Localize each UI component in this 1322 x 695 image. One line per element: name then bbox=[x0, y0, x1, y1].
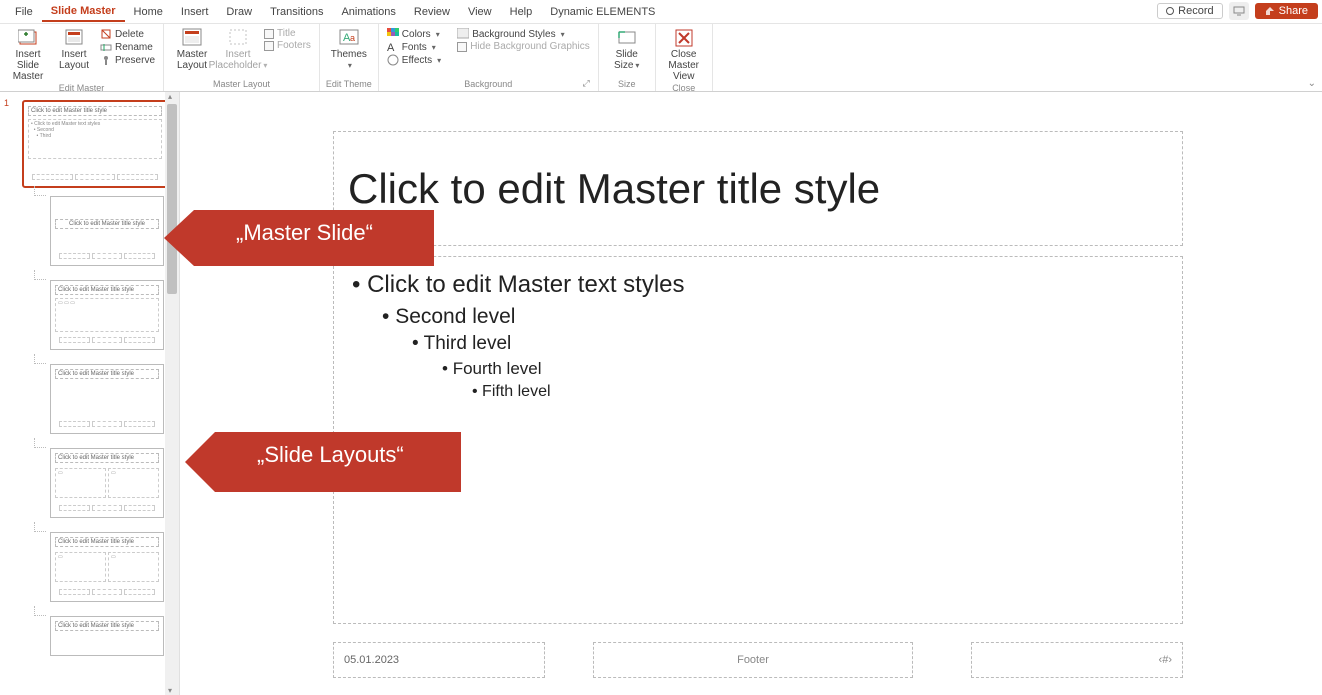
insert-layout-icon bbox=[64, 28, 84, 48]
slide-master-icon bbox=[18, 28, 38, 48]
ribbon-group-edit-master: Insert Slide Master Insert Layout Delete… bbox=[0, 24, 164, 91]
insert-placeholder-button[interactable]: Insert Placeholder▾ bbox=[216, 26, 260, 71]
close-icon bbox=[674, 28, 694, 48]
callout-master-slide: „Master Slide“ bbox=[194, 210, 434, 266]
thumbnail-layout-2[interactable]: Click to edit Master title style▭ ▭ ▭ bbox=[50, 280, 164, 350]
menu-bar: File Slide Master Home Insert Draw Trans… bbox=[0, 0, 1322, 24]
scrollbar-thumb[interactable] bbox=[167, 104, 177, 294]
share-icon bbox=[1265, 6, 1275, 16]
ribbon: Insert Slide Master Insert Layout Delete… bbox=[0, 24, 1322, 92]
thumb-title: Click to edit Master title style bbox=[28, 106, 162, 116]
bg-styles-icon bbox=[457, 28, 469, 40]
title-checkbox[interactable]: Title bbox=[262, 28, 313, 39]
placeholder-icon bbox=[228, 28, 248, 48]
ribbon-group-size: Slide Size▾ Size bbox=[599, 24, 656, 91]
share-button[interactable]: Share bbox=[1255, 3, 1318, 19]
date-placeholder[interactable]: 05.01.2023 bbox=[333, 642, 545, 678]
share-label: Share bbox=[1279, 5, 1308, 17]
presenter-icon bbox=[1233, 6, 1245, 16]
rename-button[interactable]: Rename bbox=[98, 41, 157, 53]
slide-size-button[interactable]: Slide Size▾ bbox=[605, 26, 649, 71]
thumbnail-layout-4[interactable]: Click to edit Master title style▭▭ bbox=[50, 448, 164, 518]
thumbnail-panel: 1 Click to edit Master title style • Cli… bbox=[0, 92, 180, 695]
record-button[interactable]: Record bbox=[1157, 3, 1222, 19]
tab-transitions[interactable]: Transitions bbox=[261, 3, 332, 21]
ribbon-group-master-layout: Master Layout Insert Placeholder▾ Title … bbox=[164, 24, 320, 91]
tab-insert[interactable]: Insert bbox=[172, 3, 218, 21]
tab-slide-master[interactable]: Slide Master bbox=[42, 2, 125, 22]
present-mode-button[interactable] bbox=[1229, 2, 1249, 20]
scroll-down-icon[interactable]: ▾ bbox=[168, 686, 172, 695]
background-styles-button[interactable]: Background Styles▾ bbox=[455, 28, 592, 40]
body-level-1: • Click to edit Master text styles bbox=[352, 271, 1164, 299]
hide-bg-checkbox[interactable]: Hide Background Graphics bbox=[455, 41, 592, 52]
themes-button[interactable]: Aa Themes▾ bbox=[327, 26, 371, 71]
slide-size-icon bbox=[617, 28, 637, 48]
body-level-3: • Third level bbox=[412, 333, 1164, 355]
ribbon-group-close: Close Master View Close bbox=[656, 24, 713, 91]
colors-icon bbox=[387, 28, 399, 40]
themes-icon: Aa bbox=[339, 28, 359, 48]
ribbon-group-background: Colors▾ AFonts▾ Effects▾ Background Styl… bbox=[379, 24, 599, 91]
colors-button[interactable]: Colors▾ bbox=[385, 28, 443, 40]
svg-text:A: A bbox=[387, 42, 395, 53]
thumbnail-master-slide[interactable]: Click to edit Master title style • Click… bbox=[22, 100, 168, 188]
preserve-button[interactable]: Preserve bbox=[98, 54, 157, 66]
effects-icon bbox=[387, 54, 399, 66]
callout-slide-layouts: „Slide Layouts“ bbox=[215, 432, 461, 492]
master-number-label: 1 bbox=[4, 98, 9, 108]
fonts-icon: A bbox=[387, 41, 399, 53]
tab-animations[interactable]: Animations bbox=[332, 3, 404, 21]
tab-review[interactable]: Review bbox=[405, 3, 459, 21]
title-placeholder[interactable]: Click to edit Master title style bbox=[333, 131, 1183, 246]
tab-view[interactable]: View bbox=[459, 3, 501, 21]
scroll-up-icon[interactable]: ▴ bbox=[168, 92, 172, 101]
slide-canvas[interactable]: Click to edit Master title style • Click… bbox=[271, 106, 1231, 686]
insert-slide-master-button[interactable]: Insert Slide Master bbox=[6, 26, 50, 82]
slide-editor: Click to edit Master title style • Click… bbox=[180, 92, 1322, 695]
master-layout-icon bbox=[182, 28, 202, 48]
insert-layout-button[interactable]: Insert Layout bbox=[52, 26, 96, 71]
preserve-icon bbox=[100, 54, 112, 66]
delete-icon bbox=[100, 28, 112, 40]
collapse-ribbon-button[interactable]: ⌄ bbox=[1308, 78, 1316, 89]
delete-button[interactable]: Delete bbox=[98, 28, 157, 40]
thumbnail-layout-3[interactable]: Click to edit Master title style bbox=[50, 364, 164, 434]
thumbnail-layout-6[interactable]: Click to edit Master title style bbox=[50, 616, 164, 656]
footer-placeholder[interactable]: Footer bbox=[593, 642, 913, 678]
tab-help[interactable]: Help bbox=[501, 3, 542, 21]
record-label: Record bbox=[1178, 5, 1213, 17]
tab-draw[interactable]: Draw bbox=[217, 3, 261, 21]
footers-checkbox[interactable]: Footers bbox=[262, 40, 313, 51]
thumbnail-layout-5[interactable]: Click to edit Master title style▭▭ bbox=[50, 532, 164, 602]
body-level-5: • Fifth level bbox=[472, 383, 1164, 401]
tab-dynamic-elements[interactable]: Dynamic ELEMENTS bbox=[541, 3, 664, 21]
fonts-button[interactable]: AFonts▾ bbox=[385, 41, 443, 53]
master-layout-button[interactable]: Master Layout bbox=[170, 26, 214, 71]
effects-button[interactable]: Effects▾ bbox=[385, 54, 443, 66]
tab-file[interactable]: File bbox=[6, 3, 42, 21]
title-text: Click to edit Master title style bbox=[348, 165, 880, 213]
thumb-body: • Click to edit Master text styles • Sec… bbox=[28, 119, 162, 159]
body-level-4: • Fourth level bbox=[442, 359, 1164, 379]
close-master-view-button[interactable]: Close Master View bbox=[662, 26, 706, 82]
background-dialog-launcher[interactable]: ⤢ bbox=[583, 78, 590, 89]
ribbon-group-edit-theme: Aa Themes▾ Edit Theme bbox=[320, 24, 379, 91]
body-level-2: • Second level bbox=[382, 305, 1164, 329]
svg-text:a: a bbox=[350, 33, 355, 43]
record-icon bbox=[1166, 7, 1174, 15]
page-number-placeholder[interactable]: ‹#› bbox=[971, 642, 1183, 678]
thumbnail-scrollbar[interactable]: ▴ ▾ bbox=[165, 92, 179, 695]
tab-home[interactable]: Home bbox=[125, 3, 172, 21]
workspace: 1 Click to edit Master title style • Cli… bbox=[0, 92, 1322, 695]
thumbnail-layout-1[interactable]: Click to edit Master title style bbox=[50, 196, 164, 266]
rename-icon bbox=[100, 41, 112, 53]
